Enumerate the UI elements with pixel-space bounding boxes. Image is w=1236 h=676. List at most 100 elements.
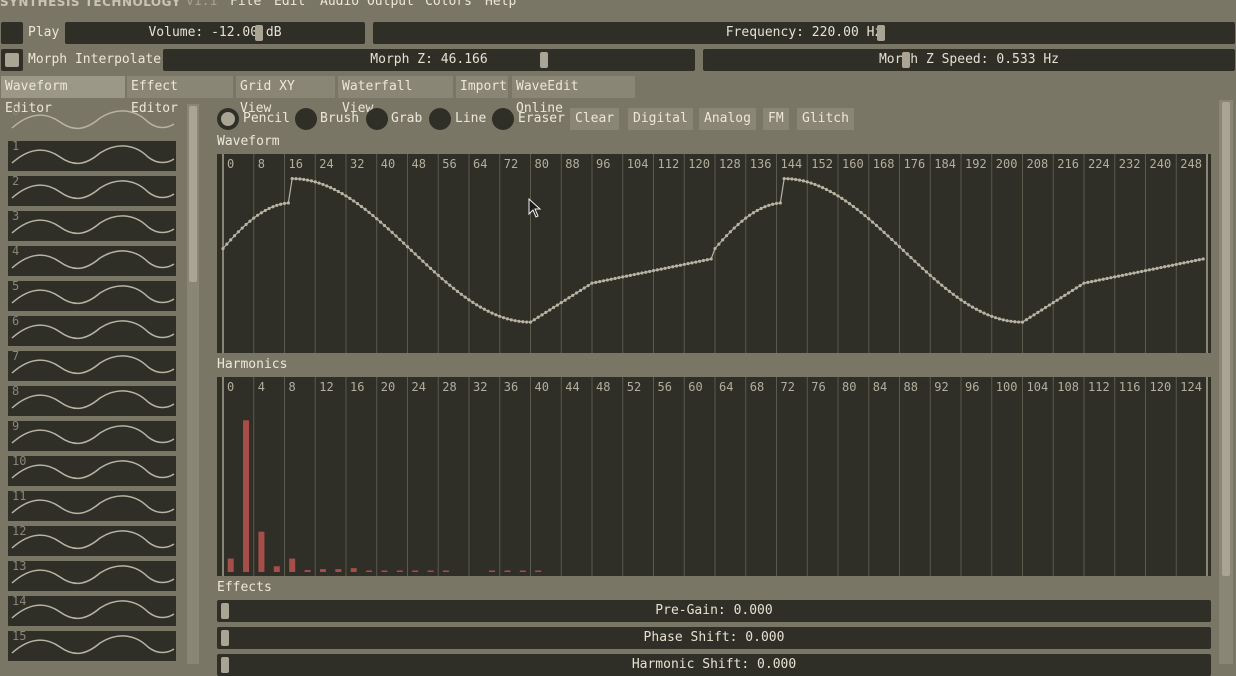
clear-button[interactable]: Clear bbox=[570, 108, 620, 130]
waveform-point bbox=[582, 286, 586, 290]
wave-bank-item[interactable]: 6 bbox=[8, 314, 176, 346]
glitch-button[interactable]: Glitch bbox=[797, 108, 854, 130]
tool-line-radio[interactable] bbox=[429, 108, 451, 130]
wave-bank-item[interactable]: 3 bbox=[8, 209, 176, 241]
harmonic-shift-slider-handle[interactable] bbox=[221, 657, 229, 673]
wave-bank-item[interactable]: 11 bbox=[8, 489, 176, 521]
wave-bank-item[interactable]: 10 bbox=[8, 454, 176, 486]
waveform-editor[interactable]: 0 8 16 24 32 40 48 56 64 72 80 88 96 104 112 120 128 136 1… bbox=[217, 154, 1211, 353]
wave-bank-item[interactable]: 5 bbox=[8, 279, 176, 311]
harmonic-bar bbox=[227, 558, 234, 572]
waveform-point bbox=[463, 295, 467, 299]
wave-bank-item[interactable]: 14 bbox=[8, 594, 176, 626]
waveform-point bbox=[732, 226, 736, 230]
waveform-tick-label: 160 bbox=[842, 157, 864, 171]
waveform-point bbox=[294, 177, 298, 181]
tab-waterfall-view[interactable]: Waterfall View bbox=[338, 76, 453, 116]
waveform-point bbox=[1197, 258, 1201, 262]
phase-shift-slider[interactable]: Phase Shift: 0.000 bbox=[217, 627, 1211, 649]
waveform-point bbox=[932, 277, 936, 281]
waveform-point bbox=[305, 178, 310, 182]
wave-bank-item[interactable]: 4 bbox=[8, 244, 176, 276]
tool-eraser-radio[interactable] bbox=[492, 108, 514, 130]
menu-colors[interactable]: Colors bbox=[425, 0, 472, 9]
waveform-point bbox=[259, 211, 264, 215]
wave-bank-item[interactable]: 0 bbox=[8, 104, 176, 136]
bank-number: 1 bbox=[12, 139, 20, 153]
wave-bank-item[interactable]: 12 bbox=[8, 524, 176, 556]
waveform-point bbox=[302, 177, 306, 182]
wave-bank-item[interactable]: 8 bbox=[8, 384, 176, 416]
harmonic-shift-slider[interactable]: Harmonic Shift: 0.000 bbox=[217, 654, 1211, 676]
bank-number: 15 bbox=[12, 629, 27, 643]
harmonics-editor[interactable]: 0 4 8 12 16 20 24 28 32 36 40 44 48 52 56 60 64 68 72 76 80 8… bbox=[217, 377, 1211, 576]
pre-gain-slider-handle[interactable] bbox=[221, 603, 229, 619]
tab-effect-editor[interactable]: Effect Editor bbox=[127, 76, 233, 116]
harmonic-bar bbox=[319, 569, 326, 572]
frequency-slider-handle[interactable] bbox=[877, 25, 885, 41]
menu-edit[interactable]: Edit bbox=[274, 0, 305, 9]
harmonics-tick-label: 68 bbox=[750, 380, 764, 394]
waveform-point bbox=[244, 222, 248, 227]
morph-interpolate-checkbox[interactable] bbox=[1, 49, 23, 71]
waveform-point bbox=[1024, 318, 1028, 322]
wave-bank-item[interactable]: 9 bbox=[8, 419, 176, 451]
waveform-point bbox=[936, 280, 940, 284]
waveform-point bbox=[1017, 320, 1021, 324]
volume-slider-handle[interactable] bbox=[255, 25, 263, 41]
wave-bank-item[interactable]: 13 bbox=[8, 559, 176, 591]
pre-gain-slider[interactable]: Pre-Gain: 0.000 bbox=[217, 600, 1211, 622]
wave-bank-item[interactable]: 7 bbox=[8, 349, 176, 381]
waveform-tick-label: 64 bbox=[473, 157, 487, 171]
tool-grab-radio[interactable] bbox=[366, 108, 388, 130]
menu-file[interactable]: File bbox=[230, 0, 261, 9]
volume-slider[interactable]: Volume: -12.00 dB bbox=[65, 22, 365, 44]
tab-grid-xy-view[interactable]: Grid XY View bbox=[236, 76, 335, 116]
waveform-point bbox=[317, 181, 321, 185]
tab-waveform-editor[interactable]: Waveform Editor bbox=[1, 76, 125, 116]
menu-audio-output[interactable]: Audio Output bbox=[320, 0, 414, 9]
wave-bank-item[interactable]: 1 bbox=[8, 139, 176, 171]
tool-pencil-radio[interactable] bbox=[217, 108, 239, 130]
frequency-slider[interactable]: Frequency: 220.00 Hz bbox=[373, 22, 1235, 44]
waveform-point bbox=[978, 309, 982, 313]
bank-scrollbar[interactable] bbox=[187, 104, 199, 664]
effects-title: Effects bbox=[217, 580, 272, 595]
waveform-point bbox=[924, 270, 929, 274]
harmonic-bar bbox=[442, 570, 449, 572]
analog-button[interactable]: Analog bbox=[699, 108, 756, 130]
morph-z-slider[interactable]: Morph Z: 46.166 bbox=[163, 49, 695, 71]
radio-selected-dot bbox=[221, 112, 235, 126]
bank-scrollbar-thumb[interactable] bbox=[189, 106, 197, 282]
waveform-point bbox=[628, 273, 633, 277]
waveform-point bbox=[940, 283, 944, 287]
wave-bank-item[interactable]: 2 bbox=[8, 174, 176, 206]
fm-button[interactable]: FM bbox=[763, 108, 789, 130]
waveform-point bbox=[1105, 276, 1109, 281]
main-scrollbar[interactable] bbox=[1219, 100, 1233, 664]
tab-import[interactable]: Import bbox=[456, 76, 508, 98]
waveform-point bbox=[1151, 267, 1155, 271]
main-scrollbar-thumb[interactable] bbox=[1222, 102, 1230, 576]
waveform-point bbox=[809, 181, 813, 185]
menu-help[interactable]: Help bbox=[485, 0, 516, 9]
waveform-point bbox=[513, 319, 517, 323]
waveform-point bbox=[279, 202, 283, 206]
morph-z-slider-handle[interactable] bbox=[540, 52, 548, 68]
morph-z-speed-slider-handle[interactable] bbox=[902, 52, 910, 68]
tab-waveedit-online[interactable]: WaveEdit Online bbox=[512, 76, 635, 116]
phase-shift-slider-handle[interactable] bbox=[221, 630, 229, 646]
waveform-point bbox=[417, 256, 421, 260]
waveform-tick-label: 48 bbox=[412, 157, 426, 171]
morph-z-speed-slider[interactable]: Morph Z Speed: 0.533 Hz bbox=[703, 49, 1235, 71]
morph-z-value: Morph Z: 46.166 bbox=[370, 52, 488, 67]
harmonics-plot[interactable]: 0 4 8 12 16 20 24 28 32 36 40 44 48 52 56 60 64 68 72 76 80 8… bbox=[217, 377, 1211, 576]
waveform-plot[interactable]: 0 8 16 24 32 40 48 56 64 72 80 88 96 104 112 120 128 136 1… bbox=[217, 154, 1211, 353]
bank-number: 13 bbox=[12, 559, 27, 573]
wave-bank-item[interactable]: 15 bbox=[8, 629, 176, 661]
tool-brush-radio[interactable] bbox=[295, 108, 317, 130]
play-checkbox[interactable] bbox=[1, 22, 23, 44]
harmonics-tick-label: 40 bbox=[535, 380, 549, 394]
digital-button[interactable]: Digital bbox=[628, 108, 693, 130]
harmonic-bar bbox=[258, 531, 265, 572]
